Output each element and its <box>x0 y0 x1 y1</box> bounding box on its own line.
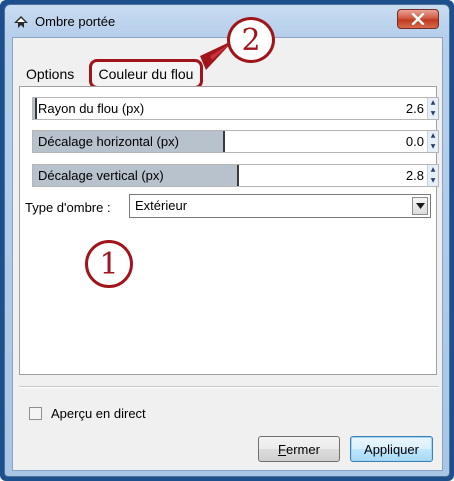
close-button-label: Fermer <box>278 441 320 457</box>
spin-up-icon[interactable]: ▲ <box>427 98 438 109</box>
dialog-window: Ombre portée Options Couleur du flou Ray… <box>4 4 450 477</box>
close-button[interactable]: Fermer <box>258 436 340 462</box>
vertical-offset-spinner[interactable]: ▲ ▼ <box>427 165 438 186</box>
horizontal-offset-value[interactable]: 0.0 <box>406 134 424 149</box>
options-panel: Rayon du flou (px) 2.6 ▲ ▼ Décalage hori… <box>19 86 439 375</box>
spin-up-icon[interactable]: ▲ <box>427 165 438 176</box>
live-preview-checkbox[interactable] <box>29 407 42 420</box>
callout-2-text: 2 <box>241 22 261 58</box>
spin-down-icon[interactable]: ▼ <box>427 175 438 186</box>
apply-button-label: Appliquer <box>364 441 419 457</box>
spin-down-icon[interactable]: ▼ <box>427 141 438 152</box>
blur-radius-label: Rayon du flou (px) <box>38 101 145 116</box>
vertical-offset-value[interactable]: 2.8 <box>406 168 424 183</box>
chevron-down-icon <box>415 203 425 209</box>
callout-number-2: 2 <box>227 17 275 63</box>
dropdown-arrow[interactable] <box>412 197 428 215</box>
blur-radius-spinner[interactable]: ▲ ▼ <box>427 98 438 119</box>
close-icon <box>411 13 425 25</box>
callout-1-text: 1 <box>99 246 119 282</box>
window-title: Ombre portée <box>35 14 116 29</box>
shadow-type-dropdown[interactable]: Extérieur <box>129 194 431 218</box>
vertical-offset-label: Décalage vertical (px) <box>38 168 164 183</box>
spin-down-icon[interactable]: ▼ <box>427 108 438 119</box>
blur-radius-fill <box>33 98 37 119</box>
dialog-client: Options Couleur du flou Rayon du flou (p… <box>12 37 443 471</box>
vertical-offset-slider[interactable]: Décalage vertical (px) 2.8 ▲ ▼ <box>32 164 439 187</box>
horizontal-offset-slider[interactable]: Décalage horizontal (px) 0.0 ▲ ▼ <box>32 130 439 153</box>
spin-up-icon[interactable]: ▲ <box>427 131 438 142</box>
tab-couleur-label: Couleur du flou <box>98 66 194 82</box>
divider <box>19 386 439 388</box>
inkscape-icon <box>14 16 28 28</box>
horizontal-offset-spinner[interactable]: ▲ ▼ <box>427 131 438 152</box>
callout-number-1: 1 <box>85 240 133 288</box>
shadow-type-label: Type d'ombre : <box>25 200 111 215</box>
tab-options[interactable]: Options <box>26 66 74 82</box>
close-window-button[interactable] <box>397 9 439 29</box>
apply-button[interactable]: Appliquer <box>350 436 433 462</box>
shadow-type-value: Extérieur <box>135 198 188 213</box>
blur-radius-slider[interactable]: Rayon du flou (px) 2.6 ▲ ▼ <box>32 97 439 120</box>
horizontal-offset-label: Décalage horizontal (px) <box>38 134 179 149</box>
live-preview-label[interactable]: Aperçu en direct <box>51 406 146 421</box>
blur-radius-value[interactable]: 2.6 <box>406 101 424 116</box>
tab-couleur-du-flou[interactable]: Couleur du flou <box>89 59 203 89</box>
